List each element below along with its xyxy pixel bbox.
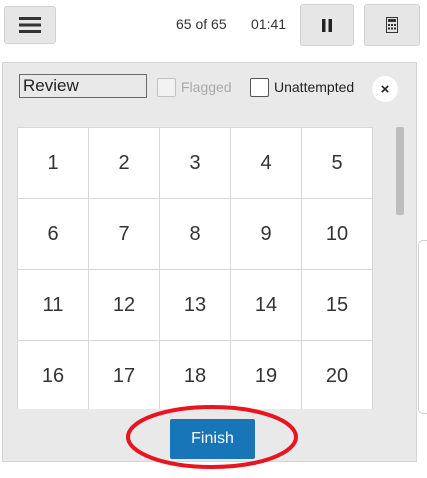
question-counter: 65 of 65	[176, 16, 227, 32]
question-cell[interactable]: 7	[89, 199, 159, 269]
side-panel-edge	[418, 240, 427, 414]
grid-scrollbar-thumb[interactable]	[396, 127, 404, 215]
question-cell[interactable]: 18	[160, 341, 230, 409]
question-cell[interactable]: 4	[231, 128, 301, 198]
question-cell[interactable]: 17	[89, 341, 159, 409]
question-cell[interactable]: 6	[18, 199, 88, 269]
calculator-button[interactable]	[364, 4, 420, 46]
question-cell[interactable]: 2	[89, 128, 159, 198]
pause-button[interactable]	[300, 4, 354, 46]
question-grid-viewport: 1 2 3 4 5 6 7 8 9 10 11 12 13 14 15 16 17 18 19 20	[17, 127, 382, 409]
question-cell[interactable]: 10	[302, 199, 372, 269]
question-cell[interactable]: 19	[231, 341, 301, 409]
question-cell[interactable]: 13	[160, 270, 230, 340]
close-button[interactable]: ×	[372, 76, 398, 102]
question-cell[interactable]: 15	[302, 270, 372, 340]
flagged-label: Flagged	[181, 79, 232, 95]
timer: 01:41	[251, 16, 287, 32]
calculator-icon	[386, 17, 398, 33]
highlight-circle-annotation	[126, 405, 298, 469]
menu-button[interactable]	[4, 6, 56, 44]
question-cell[interactable]: 5	[302, 128, 372, 198]
top-bar: 65 of 65 01:41	[0, 0, 427, 50]
question-cell[interactable]: 16	[18, 341, 88, 409]
question-cell[interactable]: 20	[302, 341, 372, 409]
flagged-checkbox[interactable]	[157, 78, 176, 97]
review-panel: Review Flagged Unattempted × 1 2 3 4 5 6 7 8 9 10…	[2, 62, 417, 462]
question-cell[interactable]: 1	[18, 128, 88, 198]
question-cell[interactable]: 9	[231, 199, 301, 269]
question-grid: 1 2 3 4 5 6 7 8 9 10 11 12 13 14 15 16 17 18 19 20	[17, 127, 373, 409]
review-field[interactable]: Review	[19, 74, 147, 98]
unattempted-label: Unattempted	[274, 79, 355, 95]
unattempted-checkbox[interactable]	[250, 78, 269, 97]
filter-row: Review Flagged Unattempted ×	[3, 63, 416, 113]
pause-icon	[322, 18, 332, 32]
question-cell[interactable]: 14	[231, 270, 301, 340]
grid-scrollbar[interactable]	[395, 127, 405, 409]
question-cell[interactable]: 12	[89, 270, 159, 340]
question-cell[interactable]: 3	[160, 128, 230, 198]
hamburger-menu-icon	[19, 17, 41, 33]
close-icon: ×	[380, 80, 390, 98]
question-cell[interactable]: 11	[18, 270, 88, 340]
question-cell[interactable]: 8	[160, 199, 230, 269]
